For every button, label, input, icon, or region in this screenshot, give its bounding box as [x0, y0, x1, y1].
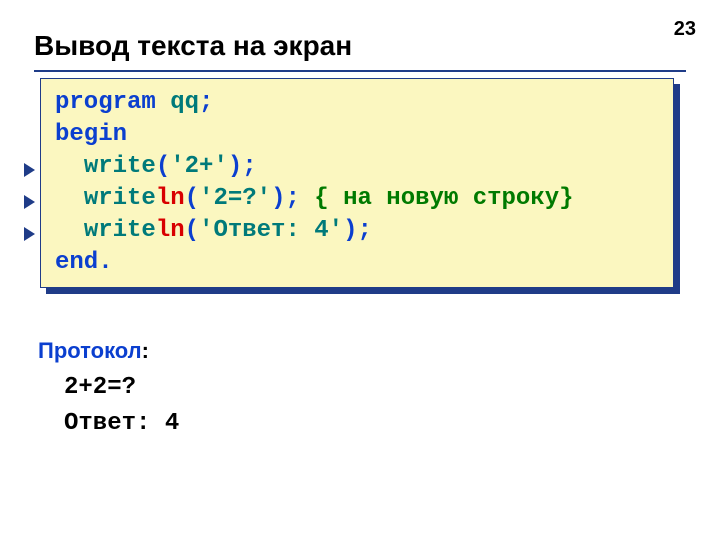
paren-open: (	[156, 153, 170, 180]
code-line-4: writeln('2=?'); { на новую строку}	[55, 183, 661, 215]
bullet-arrow-icon	[24, 227, 35, 241]
paren-close: )	[271, 185, 285, 212]
paren-open: (	[185, 185, 199, 212]
kw-program: program	[55, 89, 156, 116]
slide: 23 Вывод текста на экран program qq; beg…	[0, 0, 720, 540]
bullet-arrow-icon	[24, 195, 35, 209]
output-line-2: Ответ: 4	[64, 410, 179, 437]
bullet-arrow-icon	[24, 163, 35, 177]
title-underline	[34, 70, 686, 72]
prog-name: qq	[156, 89, 199, 116]
kw-begin: begin	[55, 121, 127, 148]
indent	[55, 217, 84, 244]
space	[300, 185, 314, 212]
semi: ;	[357, 217, 371, 244]
fn-write: write	[84, 153, 156, 180]
paren-close: )	[228, 153, 242, 180]
paren-close: )	[343, 217, 357, 244]
code-line-3: write('2+');	[55, 151, 661, 183]
page-number: 23	[674, 18, 696, 41]
semi: ;	[242, 153, 256, 180]
slide-title: Вывод текста на экран	[34, 30, 352, 62]
fn-write: write	[84, 217, 156, 244]
protocol-label: Протокол:	[38, 338, 149, 364]
indent	[55, 185, 84, 212]
code-line-1: program qq;	[55, 87, 661, 119]
str-arg: '2+'	[170, 153, 228, 180]
code-line-5: writeln('Ответ: 4');	[55, 215, 661, 247]
paren-open: (	[185, 217, 199, 244]
semi: ;	[285, 185, 299, 212]
protocol-label-text: Протокол	[38, 338, 142, 363]
indent	[55, 153, 84, 180]
code-line-2: begin	[55, 119, 661, 151]
comment: { на новую строку}	[314, 185, 573, 212]
protocol-colon: :	[142, 338, 149, 363]
code-line-6: end.	[55, 247, 661, 279]
kw-end: end	[55, 249, 98, 276]
str-arg: '2=?'	[199, 185, 271, 212]
str-arg: 'Ответ: 4'	[199, 217, 343, 244]
semi: ;	[199, 89, 213, 116]
ln-suffix: ln	[156, 185, 185, 212]
ln-suffix: ln	[156, 217, 185, 244]
fn-write: write	[84, 185, 156, 212]
code-box: program qq; begin write('2+'); writeln('…	[40, 78, 674, 288]
output-line-1: 2+2=?	[64, 374, 136, 401]
dot: .	[98, 249, 112, 276]
